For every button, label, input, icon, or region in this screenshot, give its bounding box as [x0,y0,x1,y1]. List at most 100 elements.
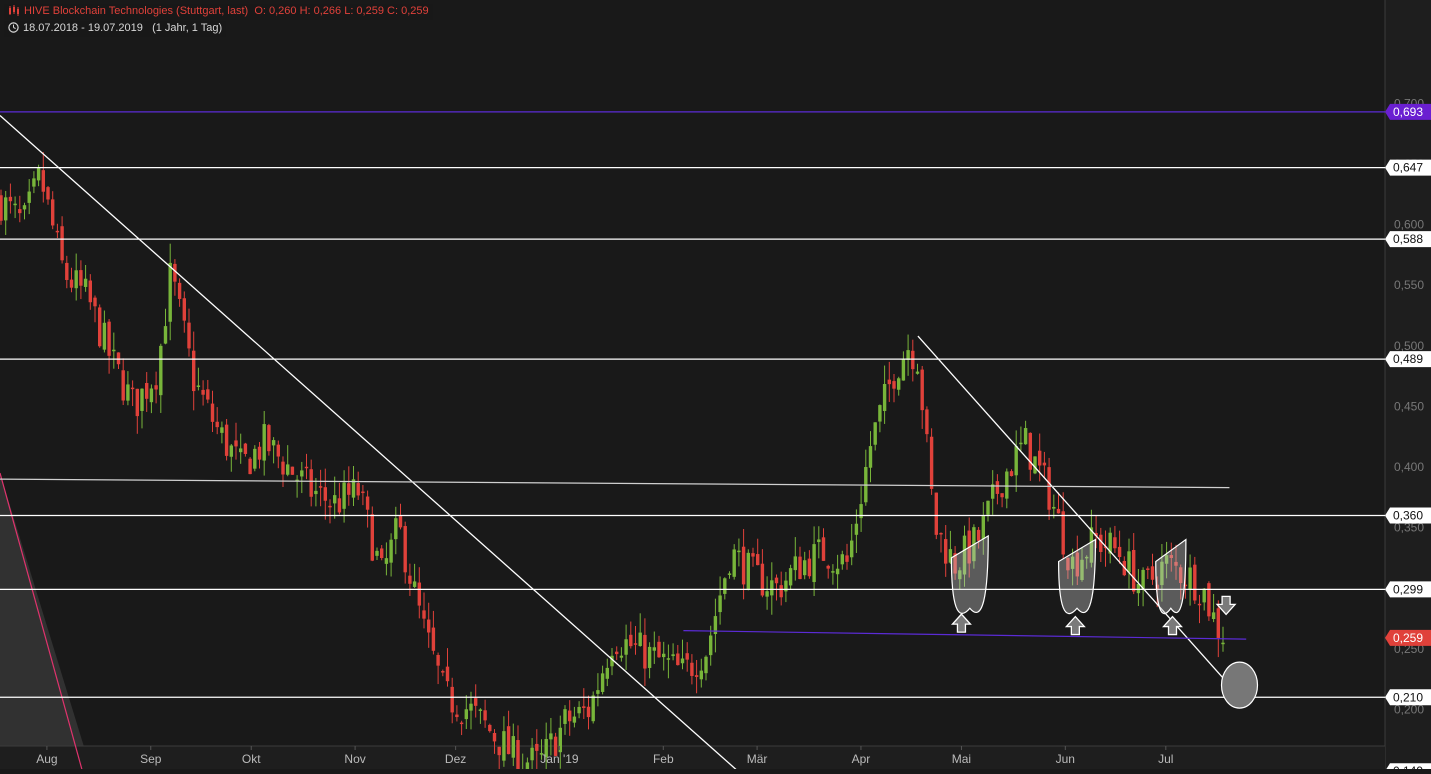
candle-down [154,385,158,390]
candle-up [901,358,906,381]
candle-down [939,532,943,535]
candle-up [36,167,41,181]
price-level-label: 0,299 [1393,582,1423,596]
x-tick-label: Jun [1056,752,1075,766]
candle-down [51,199,55,226]
candle-up [746,552,750,590]
candle-down [55,230,60,233]
candle-down [826,565,830,569]
candle-up [196,385,201,388]
candle-down [116,352,121,365]
candle-down [182,298,186,321]
candle-down [483,710,487,721]
candle-up [572,716,577,723]
candle-down [934,492,938,535]
candle-down [1009,471,1014,477]
candle-up [286,464,290,475]
candle-down [925,409,929,435]
candle-up [680,658,685,664]
candle-down [1193,564,1197,601]
candle-up [27,191,31,203]
instrument-name: HIVE Blockchain Technologies (Stuttgart,… [24,5,249,17]
candle-up [389,539,393,563]
candle-down [821,537,826,561]
candle-up [854,523,859,535]
candle-down [427,619,431,633]
candle-down [187,322,191,349]
candle-up [1014,446,1018,476]
candle-down [347,483,351,495]
candle-down [8,196,13,202]
candle-up [126,384,130,401]
candle-down [995,481,1000,494]
candle-up [981,515,985,540]
candle-down [516,740,520,774]
date-range: 18.07.2018 - 19.07.2019 [23,22,143,34]
price-level-label: 0,693 [1393,105,1423,119]
x-tick-label: Jul [1158,752,1173,766]
candle-up [394,518,398,540]
candle-down [276,444,280,457]
candle-down [944,539,948,564]
candle-up [1211,612,1216,620]
candle-down [488,724,492,732]
candle-down [281,461,285,475]
price-level-label: 0,588 [1393,232,1423,246]
candle-down [18,209,22,214]
candle-up [812,544,816,583]
candle-up [727,573,732,575]
candle-down [492,732,497,742]
x-tick-label: Sep [140,752,162,766]
candle-down [450,686,454,713]
candle-up [1202,588,1206,603]
candle-down [1216,608,1220,638]
candle-down [107,321,111,356]
candle-down [403,526,407,573]
candle-down [41,170,45,192]
candle-up [168,262,172,322]
candle-down [676,653,680,666]
x-tick-label: Jan '19 [540,752,579,766]
candle-down [309,469,313,497]
price-level-label: 0,149 [1393,764,1423,769]
candle-up [140,388,144,411]
candle-down [1047,467,1051,510]
x-tick-label: Mai [952,752,971,766]
candle-down [920,369,924,411]
period-label: (1 Jahr, 1 Tag) [152,22,223,34]
candle-up [873,422,877,445]
candle-down [455,714,459,718]
candle-down [224,424,229,456]
candle-down [1197,603,1202,606]
candle-down [582,706,586,708]
candle-up [732,549,736,577]
candle-down [248,458,252,475]
candle-down [408,575,412,584]
x-tick-label: Apr [852,752,871,766]
candle-down [290,466,295,475]
candle-up [666,658,671,660]
x-tick-label: Aug [36,752,57,766]
candle-up [333,495,337,504]
candle-down [135,388,139,417]
candle-down [459,722,464,725]
date-range-legend: 18.07.2018 - 19.07.2019 (1 Jahr, 1 Tag) [4,21,227,37]
grid-layer [0,0,1431,769]
price-level-label: 0,647 [1393,161,1423,175]
candle-up [619,655,624,658]
candle-down [643,634,647,669]
candle-up [239,448,243,453]
candle-down [98,307,102,347]
candle-up [868,446,873,468]
candle-down [0,195,3,221]
candle-down [243,443,248,454]
candle-down [304,466,309,469]
candle-up [882,384,887,412]
candle-down [1150,566,1155,580]
candlestick-icon [8,5,20,19]
x-tick-label: Dez [445,752,466,766]
candle-up [32,178,36,187]
candle-up [765,591,769,597]
candle-down [774,577,779,584]
candle-up [271,440,276,446]
